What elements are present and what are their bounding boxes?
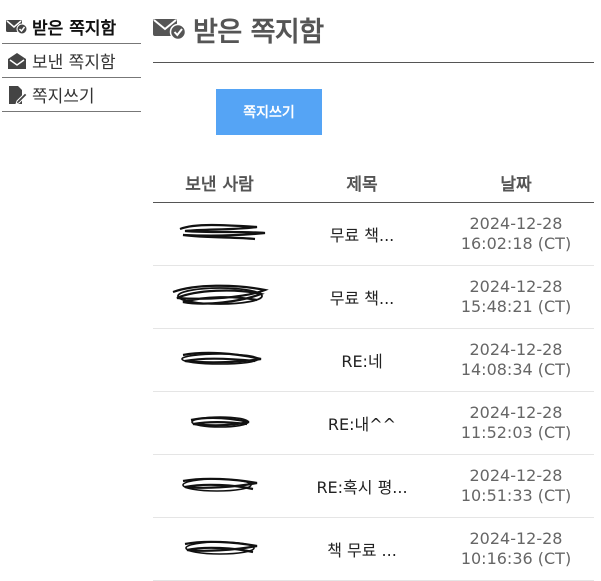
sender-cell[interactable]: [153, 391, 286, 455]
redacted-sender: [165, 217, 275, 247]
sidebar-item-compose[interactable]: 쪽지쓰기: [2, 78, 141, 112]
subject-cell[interactable]: RE:혹시 평...: [286, 454, 438, 518]
sidebar: 받은 쪽지함 보낸 쪽지함 쪽지쓰기: [2, 10, 141, 112]
sender-cell[interactable]: [153, 328, 286, 392]
table-row[interactable]: RE:혹시 평... 2024-12-28 10:51:33 (CT): [153, 454, 594, 518]
compose-button[interactable]: 쪽지쓰기: [216, 89, 322, 135]
redacted-sender: [165, 532, 275, 562]
column-header-date[interactable]: 날짜: [438, 162, 594, 203]
date-text: 2024-12-28: [469, 214, 563, 233]
sender-cell[interactable]: [153, 202, 286, 266]
table-header-row: 보낸 사람 제목 날짜: [153, 162, 594, 203]
time-text: 14:08:34 (CT): [460, 360, 572, 379]
date-cell: 2024-12-28 11:52:03 (CT): [438, 391, 594, 455]
sidebar-item-label: 쪽지쓰기: [32, 87, 95, 107]
sidebar-item-label: 보낸 쪽지함: [32, 53, 116, 73]
date-text: 2024-12-28: [469, 340, 563, 359]
date-cell: 2024-12-28 14:08:34 (CT): [438, 328, 594, 392]
date-cell: 2024-12-28 10:51:33 (CT): [438, 454, 594, 518]
column-header-sender[interactable]: 보낸 사람: [153, 162, 286, 203]
message-table: 보낸 사람 제목 날짜 무료 책... 2024-12-28 16:02:18 …: [153, 162, 594, 581]
date-cell: 2024-12-28 10:16:36 (CT): [438, 517, 594, 581]
redacted-sender: [165, 406, 275, 436]
page-title: 받은 쪽지함: [193, 16, 324, 48]
redacted-sender: [165, 469, 275, 499]
sidebar-item-inbox[interactable]: 받은 쪽지함: [2, 10, 141, 44]
date-text: 2024-12-28: [469, 466, 563, 485]
subject-cell[interactable]: 무료 책...: [286, 202, 438, 266]
envelope-check-icon: [153, 16, 187, 42]
main-content: 받은 쪽지함 쪽지쓰기 보낸 사람 제목 날짜 무료 책... 2024-12-…: [153, 0, 594, 581]
sidebar-item-sent[interactable]: 보낸 쪽지함: [2, 44, 141, 78]
table-row[interactable]: RE:내^^ 2024-12-28 11:52:03 (CT): [153, 391, 594, 455]
redacted-sender: [165, 280, 275, 310]
sender-cell[interactable]: [153, 265, 286, 329]
time-text: 11:52:03 (CT): [460, 423, 572, 442]
table-row[interactable]: 책 무료 ... 2024-12-28 10:16:36 (CT): [153, 517, 594, 581]
time-text: 15:48:21 (CT): [460, 297, 572, 316]
subject-cell[interactable]: RE:네: [286, 328, 438, 392]
date-cell: 2024-12-28 16:02:18 (CT): [438, 202, 594, 266]
date-text: 2024-12-28: [469, 403, 563, 422]
time-text: 16:02:18 (CT): [460, 234, 572, 253]
subject-cell[interactable]: RE:내^^: [286, 391, 438, 455]
subject-cell[interactable]: 책 무료 ...: [286, 517, 438, 581]
subject-cell[interactable]: 무료 책...: [286, 265, 438, 329]
pen-document-icon: [6, 85, 28, 105]
date-cell: 2024-12-28 15:48:21 (CT): [438, 265, 594, 329]
column-header-subject[interactable]: 제목: [286, 162, 438, 203]
table-row[interactable]: 무료 책... 2024-12-28 15:48:21 (CT): [153, 265, 594, 329]
sender-cell[interactable]: [153, 454, 286, 518]
open-envelope-icon: [6, 51, 28, 71]
date-text: 2024-12-28: [469, 529, 563, 548]
title-divider: [153, 62, 594, 63]
time-text: 10:51:33 (CT): [460, 486, 572, 505]
sender-cell[interactable]: [153, 517, 286, 581]
table-row[interactable]: RE:네 2024-12-28 14:08:34 (CT): [153, 328, 594, 392]
time-text: 10:16:36 (CT): [460, 549, 572, 568]
table-row[interactable]: 무료 책... 2024-12-28 16:02:18 (CT): [153, 202, 594, 266]
redacted-sender: [165, 343, 275, 373]
envelope-check-icon: [6, 17, 28, 37]
date-text: 2024-12-28: [469, 277, 563, 296]
sidebar-item-label: 받은 쪽지함: [32, 19, 117, 39]
page-header: 받은 쪽지함: [153, 0, 594, 58]
